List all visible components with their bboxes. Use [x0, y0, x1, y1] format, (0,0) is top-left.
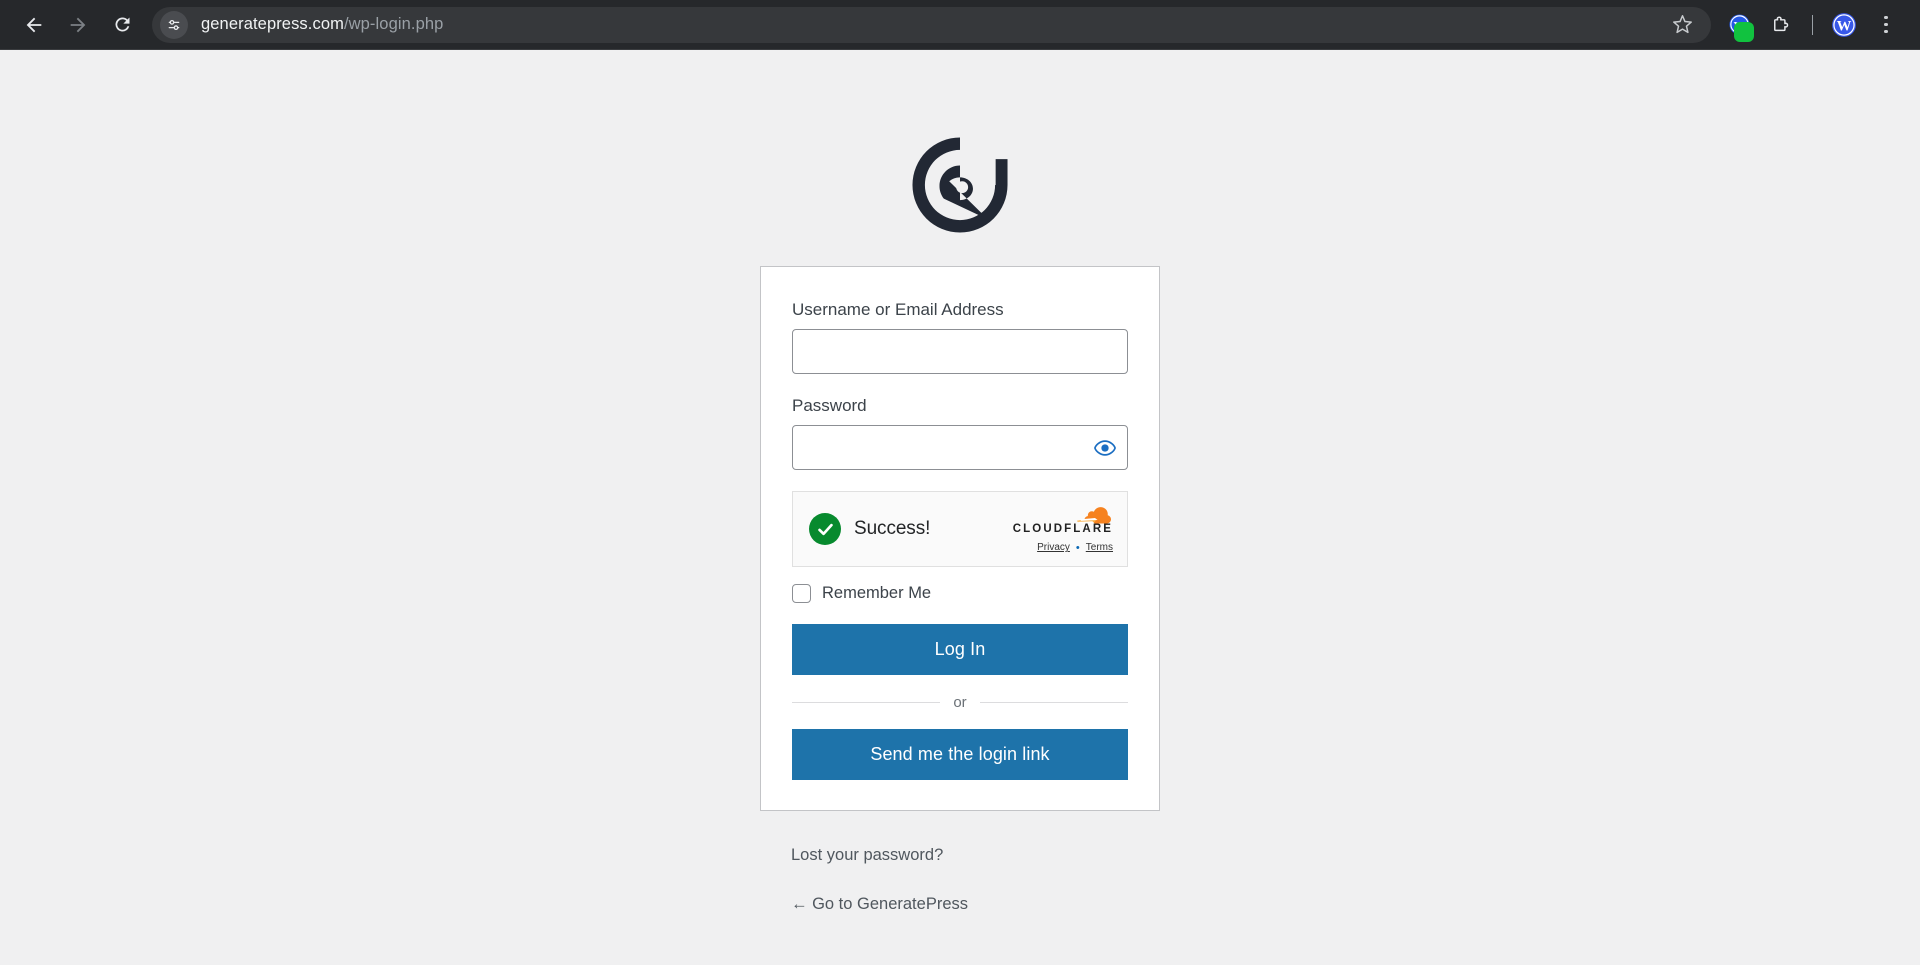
toolbar-divider [1812, 14, 1813, 35]
generatepress-logo-icon [912, 137, 1008, 233]
password-label: Password [792, 396, 867, 416]
generatepress-logo [906, 131, 1014, 239]
three-dot-icon [1884, 15, 1888, 34]
star-icon [1672, 15, 1692, 34]
extension-green-badge [1734, 21, 1754, 42]
password-input[interactable] [792, 425, 1128, 471]
back-arrow-icon [26, 17, 42, 32]
password-input-wrapper [792, 425, 1128, 471]
login-page: Username or Email Address Password Succe… [0, 50, 1920, 965]
password-field-group: Password [792, 395, 1128, 471]
wordpress-profile-button[interactable]: W [1824, 5, 1864, 45]
url-path: /wp-login.php [343, 15, 444, 33]
extensions-button[interactable] [1761, 5, 1801, 45]
site-info-button[interactable] [160, 10, 188, 39]
turnstile-success-text: Success! [854, 518, 931, 540]
browser-toolbar: generatepress.com/wp-login.php W [0, 0, 1920, 50]
forward-button[interactable] [58, 5, 98, 45]
address-bar[interactable]: generatepress.com/wp-login.php [152, 6, 1711, 43]
reload-button[interactable] [102, 5, 142, 45]
remember-me-checkbox[interactable] [792, 584, 811, 604]
username-label: Username or Email Address [792, 300, 1004, 319]
lost-password-link[interactable]: Lost your password? [791, 845, 1160, 866]
or-line-right [979, 702, 1128, 704]
cloudflare-wordmark: CLOUDFLARE [1012, 523, 1113, 536]
puzzle-piece-icon [1774, 15, 1789, 31]
svg-text:W: W [1837, 18, 1852, 34]
login-form-card: Username or Email Address Password Succe… [760, 266, 1160, 812]
browser-menu-button[interactable] [1866, 5, 1906, 45]
turnstile-status: Success! [809, 513, 931, 546]
url-domain: generatepress.com [201, 15, 344, 33]
forward-arrow-icon [70, 17, 86, 32]
checkmark-icon [817, 523, 833, 535]
tune-icon [168, 19, 180, 30]
turnstile-terms-link[interactable]: Terms [1086, 542, 1113, 553]
url-text: generatepress.com/wp-login.php [201, 15, 443, 34]
back-button[interactable] [14, 5, 54, 45]
show-password-button[interactable] [1090, 433, 1120, 463]
turnstile-links: Privacy • Terms [1037, 542, 1113, 554]
or-divider: or [792, 694, 1128, 711]
cloudflare-turnstile-widget[interactable]: Success! CLOUDFLARE Privacy • Terms [792, 491, 1128, 568]
or-label: or [953, 694, 967, 712]
success-check-icon [809, 513, 841, 546]
bookmark-button[interactable] [1665, 8, 1699, 42]
login-footer-links: Lost your password? ← Go to GeneratePres… [760, 845, 1160, 915]
cloudflare-branding: CLOUDFLARE Privacy • Terms [1013, 504, 1113, 554]
go-to-generatepress-link[interactable]: ← Go to GeneratePress [791, 894, 1160, 915]
send-login-link-button[interactable]: Send me the login link [792, 729, 1128, 781]
wordpress-icon: W [1832, 12, 1856, 37]
toolbar-actions: W W [1719, 5, 1906, 45]
username-input[interactable] [792, 329, 1128, 375]
remember-me-row[interactable]: Remember Me [792, 584, 1128, 604]
extension-active-button[interactable]: W [1719, 5, 1759, 45]
cloudflare-logo: CLOUDFLARE [1013, 504, 1113, 536]
turnstile-link-separator: • [1075, 541, 1080, 554]
turnstile-privacy-link[interactable]: Privacy [1037, 542, 1070, 553]
or-line-left [792, 702, 941, 704]
login-button[interactable]: Log In [792, 624, 1128, 676]
username-field-group: Username or Email Address [792, 299, 1128, 375]
eye-icon [1094, 439, 1116, 456]
reload-icon [114, 17, 129, 32]
remember-me-label: Remember Me [822, 584, 932, 603]
